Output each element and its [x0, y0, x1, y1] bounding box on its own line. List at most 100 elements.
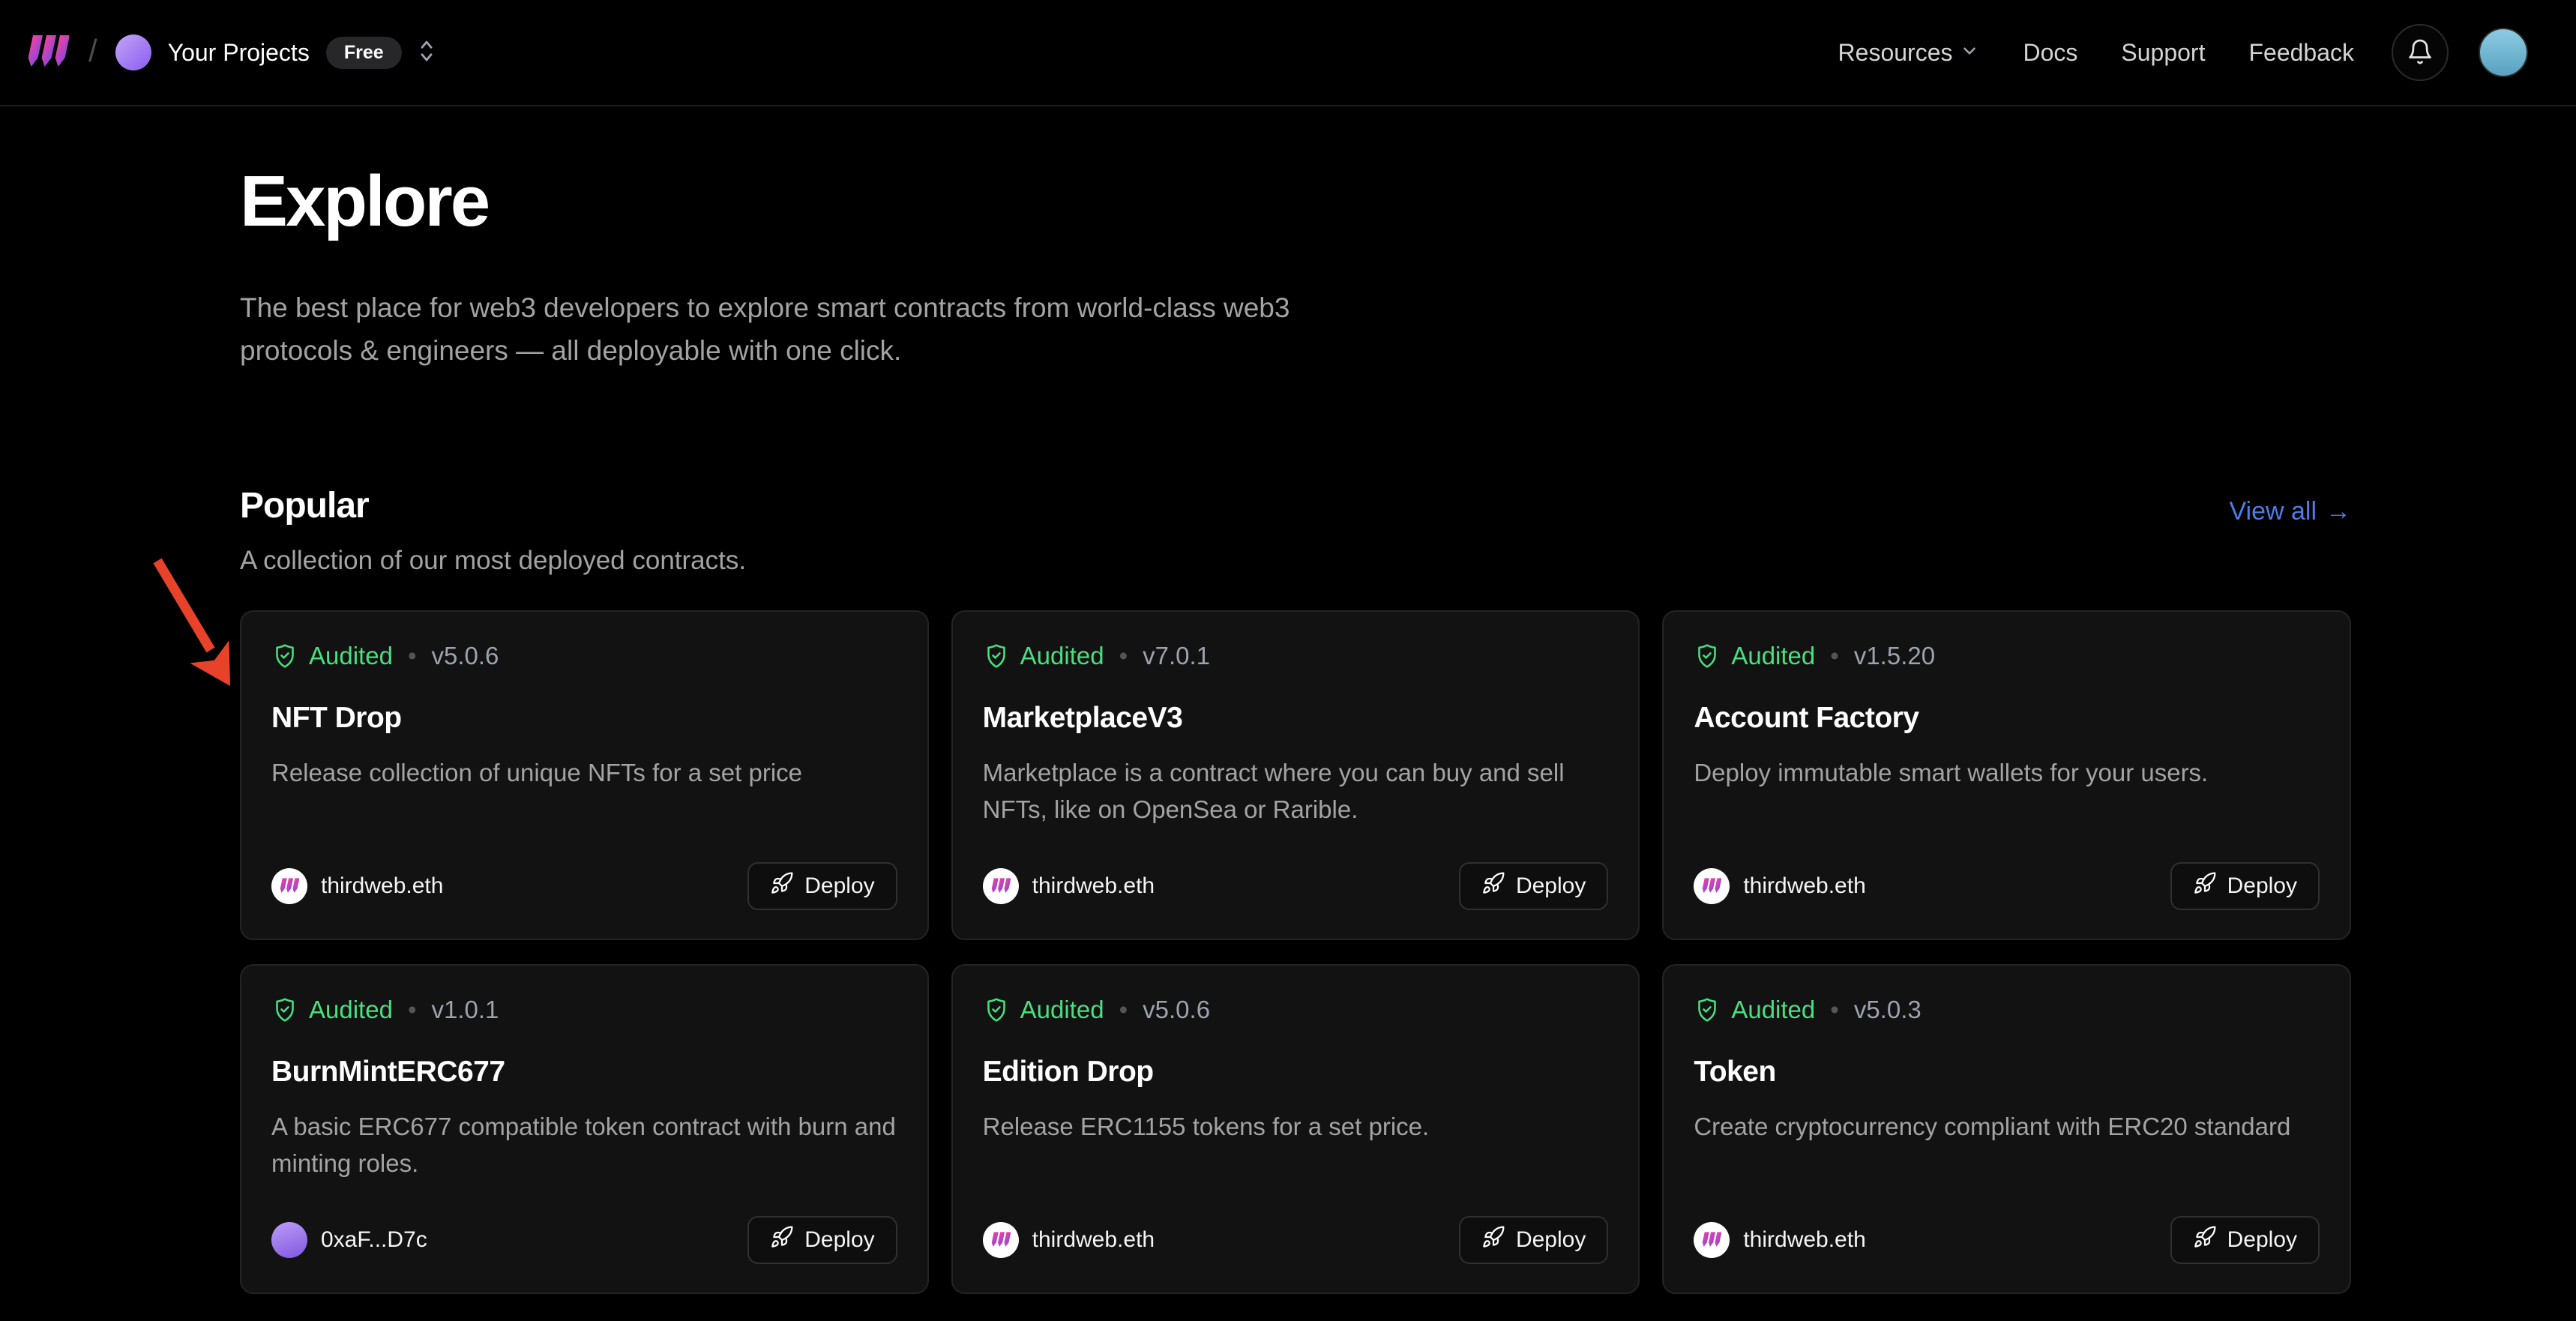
deploy-label: Deploy [2227, 1227, 2297, 1253]
dot-separator: • [408, 642, 417, 670]
deploy-button[interactable]: Deploy [1459, 862, 1608, 910]
breadcrumb-team-name[interactable]: Your Projects [168, 39, 310, 67]
contract-title: Edition Drop [983, 1056, 1609, 1089]
contract-description: A basic ERC677 compatible token contract… [271, 1108, 897, 1182]
publisher-link[interactable]: thirdweb.eth [983, 868, 1155, 904]
publisher-name: thirdweb.eth [1743, 1227, 1865, 1253]
audited-label: Audited [309, 642, 393, 670]
publisher-name: thirdweb.eth [1743, 873, 1865, 899]
page-title: Explore [240, 160, 2351, 243]
page-subtitle: The best place for web3 developers to ex… [240, 286, 1364, 373]
publisher-link[interactable]: thirdweb.eth [983, 1222, 1155, 1258]
deploy-label: Deploy [804, 1227, 874, 1253]
deploy-label: Deploy [1516, 873, 1586, 899]
shield-check-icon [271, 643, 298, 669]
section-title: Popular [240, 485, 369, 526]
deploy-label: Deploy [804, 873, 874, 899]
notifications-button[interactable] [2392, 24, 2449, 81]
contract-card[interactable]: Audited • v7.0.1 MarketplaceV3 Marketpla… [951, 610, 1640, 940]
card-meta-row: Audited • v5.0.6 [271, 642, 897, 670]
contract-title: Token [1694, 1056, 2320, 1089]
bell-icon [2407, 38, 2434, 67]
top-navigation-bar: / Your Projects Free Resources Docs Supp… [0, 0, 2576, 106]
chevron-down-icon [1960, 39, 1979, 67]
nav-support[interactable]: Support [2121, 39, 2205, 67]
publisher-link[interactable]: thirdweb.eth [1694, 1222, 1865, 1258]
contract-version: v1.5.20 [1854, 642, 1935, 670]
contract-title: Account Factory [1694, 702, 2320, 735]
header-nav: Resources Docs Support Feedback [1838, 39, 2354, 67]
deploy-button[interactable]: Deploy [2170, 1216, 2320, 1264]
card-meta-row: Audited • v1.5.20 [1694, 642, 2320, 670]
card-footer: thirdweb.eth Deploy [1694, 1216, 2320, 1264]
card-footer: 0xaF...D7c Deploy [271, 1216, 897, 1264]
dot-separator: • [1119, 642, 1128, 670]
contract-description: Marketplace is a contract where you can … [983, 754, 1609, 828]
publisher-link[interactable]: thirdweb.eth [271, 868, 443, 904]
popular-section-header: Popular View all → [240, 485, 2351, 526]
contract-description: Release ERC1155 tokens for a set price. [983, 1108, 1609, 1146]
plan-badge: Free [326, 37, 402, 69]
publisher-avatar [1694, 1222, 1730, 1258]
publisher-avatar [1694, 868, 1730, 904]
card-footer: thirdweb.eth Deploy [983, 1216, 1609, 1264]
shield-check-icon [1694, 996, 1721, 1023]
publisher-link[interactable]: 0xaF...D7c [271, 1222, 427, 1258]
deploy-label: Deploy [2227, 873, 2297, 899]
card-meta-row: Audited • v5.0.6 [983, 996, 1609, 1024]
nav-docs[interactable]: Docs [2023, 39, 2077, 67]
publisher-avatar [271, 868, 307, 904]
deploy-button[interactable]: Deploy [747, 862, 897, 910]
arrow-right-icon: → [2326, 497, 2351, 526]
card-footer: thirdweb.eth Deploy [271, 862, 897, 910]
contract-description: Release collection of unique NFTs for a … [271, 754, 897, 792]
contract-version: v5.0.6 [1143, 996, 1210, 1024]
contract-description: Deploy immutable smart wallets for your … [1694, 754, 2320, 792]
shield-check-icon [983, 996, 1010, 1023]
user-avatar[interactable] [2479, 28, 2528, 77]
contract-card[interactable]: Audited • v5.0.6 Edition Drop Release ER… [951, 964, 1640, 1294]
card-footer: thirdweb.eth Deploy [1694, 862, 2320, 910]
audited-label: Audited [1731, 996, 1815, 1024]
team-switcher-button[interactable] [415, 37, 438, 68]
contract-title: BurnMintERC677 [271, 1056, 897, 1089]
dot-separator: • [1830, 642, 1839, 670]
chevrons-up-down-icon [415, 37, 438, 68]
deploy-button[interactable]: Deploy [747, 1216, 897, 1264]
rocket-icon [770, 871, 794, 901]
audited-label: Audited [1731, 642, 1815, 670]
publisher-avatar [271, 1222, 307, 1258]
contract-description: Create cryptocurrency compliant with ERC… [1694, 1108, 2320, 1146]
shield-check-icon [983, 643, 1010, 669]
rocket-icon [2193, 871, 2217, 901]
rocket-icon [770, 1225, 794, 1255]
publisher-name: thirdweb.eth [1032, 873, 1155, 899]
view-all-link[interactable]: View all → [2229, 497, 2351, 526]
explore-page: Explore The best place for web3 develope… [240, 160, 2351, 1294]
publisher-name: 0xaF...D7c [321, 1227, 427, 1253]
rocket-icon [1481, 871, 1505, 901]
contract-card[interactable]: Audited • v1.5.20 Account Factory Deploy… [1662, 610, 2351, 940]
publisher-name: thirdweb.eth [1032, 1227, 1155, 1253]
deploy-button[interactable]: Deploy [1459, 1216, 1608, 1264]
team-avatar[interactable] [115, 34, 151, 70]
thirdweb-logo-icon[interactable] [27, 35, 69, 70]
shield-check-icon [1694, 643, 1721, 669]
rocket-icon [1481, 1225, 1505, 1255]
publisher-link[interactable]: thirdweb.eth [1694, 868, 1865, 904]
audited-label: Audited [1020, 996, 1104, 1024]
deploy-label: Deploy [1516, 1227, 1586, 1253]
rocket-icon [2193, 1225, 2217, 1255]
card-meta-row: Audited • v7.0.1 [983, 642, 1609, 670]
publisher-avatar [983, 1222, 1019, 1258]
nav-feedback[interactable]: Feedback [2248, 39, 2354, 67]
contract-card[interactable]: Audited • v1.0.1 BurnMintERC677 A basic … [240, 964, 929, 1294]
nav-resources-label: Resources [1838, 39, 1953, 67]
contract-card[interactable]: Audited • v5.0.6 NFT Drop Release collec… [240, 610, 929, 940]
dot-separator: • [408, 996, 417, 1024]
publisher-avatar [983, 868, 1019, 904]
deploy-button[interactable]: Deploy [2170, 862, 2320, 910]
contract-card[interactable]: Audited • v5.0.3 Token Create cryptocurr… [1662, 964, 2351, 1294]
contract-version: v7.0.1 [1143, 642, 1210, 670]
nav-resources[interactable]: Resources [1838, 39, 1980, 67]
